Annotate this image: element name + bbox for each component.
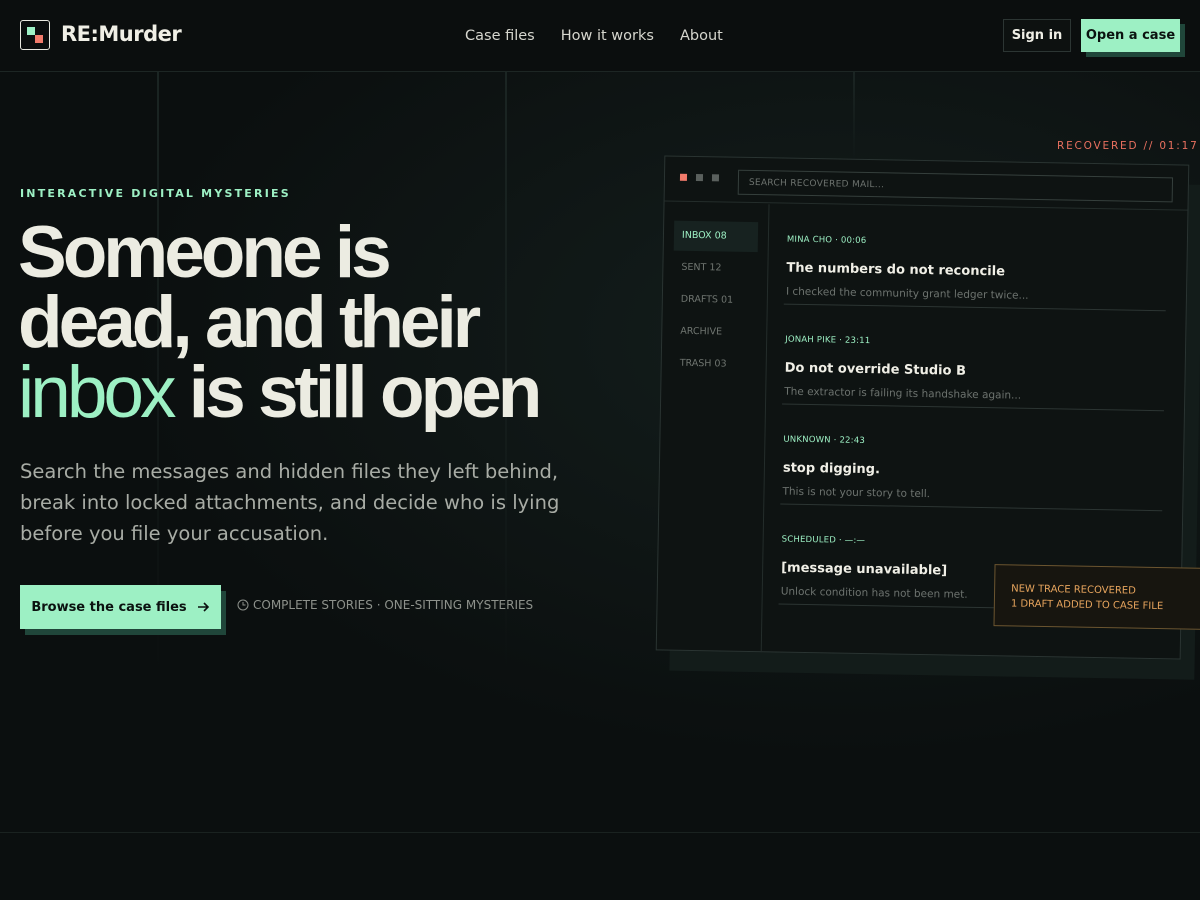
cta-label: Browse the case files [31,599,187,615]
message-preview: I checked the community grant ledger twi… [785,285,1029,302]
logo-square-red [35,35,43,43]
window-titlebar: SEARCH RECOVERED MAIL... [664,156,1189,211]
mail-sidebar: INBOX 08 SENT 12 DRAFTS 01 ARCHIVE TRASH… [656,202,770,653]
message-item[interactable]: JONAH PIKE · 23:11 Do not override Studi… [782,304,1166,412]
message-item[interactable]: MINA CHO · 00:06 The numbers do not reco… [783,204,1168,312]
headline-line-2: dead, and their [18,282,481,363]
message-item[interactable]: UNKNOWN · 22:43 stop digging. This is no… [780,404,1164,512]
trace-notification: NEW TRACE RECOVERED 1 DRAFT ADDED TO CAS… [993,564,1200,630]
message-subject: The numbers do not reconcile [786,260,1006,280]
logo-icon[interactable] [20,20,50,50]
logo-square-green [27,27,35,35]
message-preview: The extractor is failing its handshake a… [784,385,1022,402]
message-from: SCHEDULED · —:— [781,534,866,547]
window-dot-red [679,173,688,181]
nav-how-it-works[interactable]: How it works [561,28,654,44]
hero-meta: COMPLETE STORIES · ONE-SITTING MYSTERIES [237,598,533,612]
message-from: MINA CHO · 00:06 [786,234,867,246]
headline-line-3: is still open [172,352,543,433]
nav-case-files[interactable]: Case files [465,28,535,44]
main-nav: Case files How it works About [465,28,723,44]
folder-trash[interactable]: TRASH 03 [671,349,756,380]
sign-in-button[interactable]: Sign in [1003,19,1071,52]
folder-sent[interactable]: SENT 12 [673,253,758,284]
message-from: JONAH PIKE · 23:11 [785,334,871,347]
recovered-label: RECOVERED // 01:17 [1057,140,1199,152]
message-preview: This is not your story to tell. [782,485,931,501]
arrow-right-icon [197,602,209,612]
open-case-button[interactable]: Open a case [1081,19,1180,52]
hero-headline: Someone is dead, and their inbox is stil… [18,216,638,429]
background-line [853,72,855,162]
browse-case-files-button[interactable]: Browse the case files [20,585,221,629]
headline-accent: inbox [18,352,177,433]
nav-about[interactable]: About [680,28,723,44]
section-divider [0,832,1200,833]
clock-icon [237,599,249,611]
message-subject: stop digging. [782,460,881,478]
message-subject: [message unavailable] [781,560,948,579]
brand-name[interactable]: RE:Murder [61,22,182,46]
folder-archive[interactable]: ARCHIVE [672,317,757,348]
headline-line-1: Someone is [18,212,392,293]
hero-subtext: Search the messages and hidden files the… [20,460,560,545]
folder-drafts[interactable]: DRAFTS 01 [673,285,758,316]
trace-line-2: 1 DRAFT ADDED TO CASE FILE [1010,598,1164,613]
site-header: RE:Murder Case files How it works About … [0,0,1200,72]
hero-eyebrow: INTERACTIVE DIGITAL MYSTERIES [20,187,291,200]
window-dot [695,174,704,182]
message-from: UNKNOWN · 22:43 [783,434,866,447]
message-preview: Unlock condition has not been met. [780,585,968,601]
meta-text: COMPLETE STORIES · ONE-SITTING MYSTERIES [253,598,534,612]
folder-inbox[interactable]: INBOX 08 [673,220,759,253]
message-subject: Do not override Studio B [784,360,967,379]
window-dot [711,174,720,182]
mail-search-input[interactable]: SEARCH RECOVERED MAIL... [737,169,1174,203]
